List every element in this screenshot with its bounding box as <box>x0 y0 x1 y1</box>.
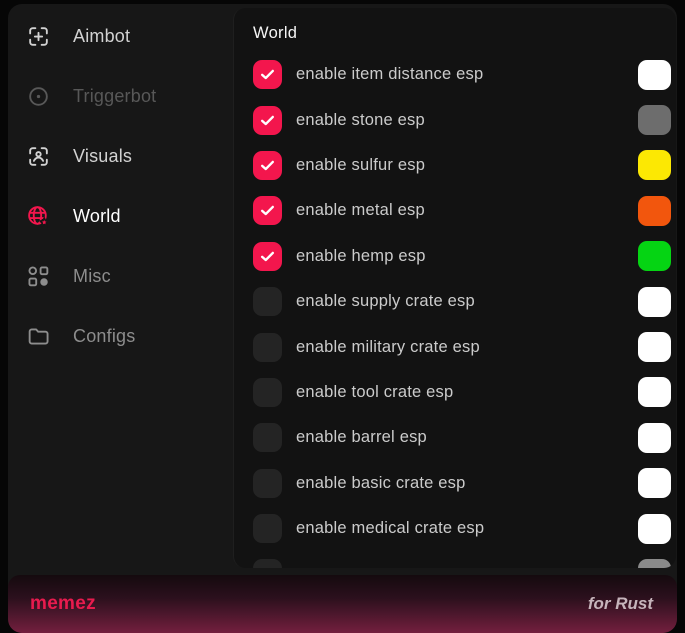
esp-row-partial <box>253 551 676 568</box>
aimbot-icon <box>25 23 51 49</box>
color-swatch[interactable] <box>638 377 671 407</box>
configs-icon <box>25 323 51 349</box>
esp-row-label: enable barrel esp <box>296 428 427 447</box>
cheat-menu-window: Aimbot Triggerbot <box>8 4 677 633</box>
sidebar-item-configs[interactable]: Configs <box>8 306 233 366</box>
esp-checkbox[interactable] <box>253 60 282 89</box>
world-panel: World enable item distance esp enable st… <box>233 8 676 568</box>
footer-bar: memez for Rust <box>8 575 677 633</box>
esp-row-tool-crate: enable tool crate esp <box>253 370 676 415</box>
panel-title: World <box>253 24 676 43</box>
esp-row-label: enable supply crate esp <box>296 292 475 311</box>
esp-checkbox[interactable] <box>253 378 282 407</box>
sidebar-item-visuals[interactable]: Visuals <box>8 126 233 186</box>
esp-checkbox[interactable] <box>253 287 282 316</box>
esp-row-barrel: enable barrel esp <box>253 415 676 460</box>
misc-icon <box>25 263 51 289</box>
sidebar: Aimbot Triggerbot <box>8 4 233 575</box>
esp-checkbox[interactable] <box>253 469 282 498</box>
sidebar-item-label: Aimbot <box>73 26 130 47</box>
color-swatch[interactable] <box>638 423 671 453</box>
esp-checkbox[interactable] <box>253 242 282 271</box>
color-swatch[interactable] <box>638 559 671 568</box>
sidebar-item-triggerbot[interactable]: Triggerbot <box>8 66 233 126</box>
sidebar-item-aimbot[interactable]: Aimbot <box>8 6 233 66</box>
color-swatch[interactable] <box>638 241 671 271</box>
esp-row-sulfur: enable sulfur esp <box>253 143 676 188</box>
esp-row-item-distance: enable item distance esp <box>253 52 676 97</box>
sidebar-item-label: World <box>73 206 121 227</box>
sidebar-item-misc[interactable]: Misc <box>8 246 233 306</box>
esp-row-metal: enable metal esp <box>253 188 676 233</box>
esp-row-hemp: enable hemp esp <box>253 234 676 279</box>
esp-checkbox[interactable] <box>253 514 282 543</box>
color-swatch[interactable] <box>638 150 671 180</box>
color-swatch[interactable] <box>638 332 671 362</box>
esp-row-label: enable sulfur esp <box>296 156 425 175</box>
triggerbot-icon <box>25 83 51 109</box>
color-swatch[interactable] <box>638 60 671 90</box>
esp-row-label: enable stone esp <box>296 111 425 130</box>
color-swatch[interactable] <box>638 196 671 226</box>
sidebar-item-label: Misc <box>73 266 111 287</box>
sidebar-item-label: Visuals <box>73 146 132 167</box>
esp-row-military-crate: enable military crate esp <box>253 324 676 369</box>
esp-row-supply-crate: enable supply crate esp <box>253 279 676 324</box>
visuals-icon <box>25 143 51 169</box>
esp-row-label: enable item distance esp <box>296 65 483 84</box>
esp-row-basic-crate: enable basic crate esp <box>253 461 676 506</box>
esp-option-list: enable item distance esp enable stone es… <box>253 52 676 568</box>
esp-checkbox[interactable] <box>253 106 282 135</box>
color-swatch[interactable] <box>638 287 671 317</box>
esp-row-stone: enable stone esp <box>253 97 676 142</box>
esp-checkbox[interactable] <box>253 559 282 568</box>
color-swatch[interactable] <box>638 514 671 544</box>
world-icon <box>25 203 51 229</box>
sidebar-item-label: Triggerbot <box>73 86 156 107</box>
esp-row-medical-crate: enable medical crate esp <box>253 506 676 551</box>
esp-checkbox[interactable] <box>253 423 282 452</box>
esp-row-label: enable hemp esp <box>296 247 426 266</box>
sidebar-item-world[interactable]: World <box>8 186 233 246</box>
esp-row-label: enable tool crate esp <box>296 383 453 402</box>
esp-checkbox[interactable] <box>253 151 282 180</box>
color-swatch[interactable] <box>638 468 671 498</box>
esp-row-label: enable metal esp <box>296 201 425 220</box>
esp-row-label: enable medical crate esp <box>296 519 484 538</box>
color-swatch[interactable] <box>638 105 671 135</box>
esp-checkbox[interactable] <box>253 196 282 225</box>
esp-row-label: enable basic crate esp <box>296 474 466 493</box>
product-tagline: for Rust <box>588 594 653 614</box>
sidebar-item-label: Configs <box>73 326 135 347</box>
esp-row-label: enable military crate esp <box>296 338 480 357</box>
esp-checkbox[interactable] <box>253 333 282 362</box>
brand-name: memez <box>30 593 96 615</box>
